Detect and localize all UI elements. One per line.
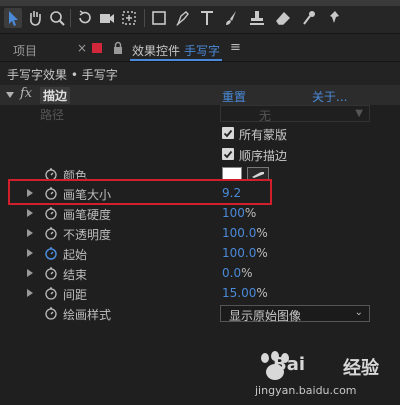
end-unit: % [241, 266, 253, 280]
end-label: 结束 [63, 268, 88, 282]
tab-effect-controls[interactable]: 效果控件 手写字 [132, 42, 220, 59]
pan-behind-tool-icon[interactable] [120, 8, 138, 28]
stopwatch-icon[interactable] [44, 266, 58, 280]
watermark-baidu-text: Bai [273, 354, 306, 375]
spacing-unit: % [256, 286, 268, 300]
stopwatch-icon[interactable] [44, 306, 58, 320]
paint-style-dropdown[interactable]: 显示原始图像 ⌄ [220, 305, 370, 323]
spacing-row: 间距 15.00% [0, 283, 400, 303]
fx-icon[interactable]: fx [20, 86, 32, 101]
tab-project[interactable]: 项目 [13, 42, 37, 59]
top-strip [0, 0, 400, 6]
paint-style-row: 绘画样式 显示原始图像 ⌄ [0, 303, 400, 323]
clone-stamp-tool-icon[interactable] [248, 8, 266, 28]
puppet-pin-tool-icon[interactable] [326, 8, 344, 28]
collapse-triangle-icon[interactable] [6, 92, 14, 98]
expand-triangle-icon[interactable] [27, 269, 33, 277]
brush-hardness-row: 画笔硬度 100% [0, 203, 400, 223]
tool-bar [0, 0, 400, 34]
end-number: 0.0 [222, 266, 242, 280]
spacing-number: 15.00 [222, 286, 257, 300]
expand-triangle-icon[interactable] [27, 209, 33, 217]
all-masks-checkbox[interactable] [222, 127, 234, 139]
annotation-highlight-box [8, 179, 272, 205]
active-tab-indicator [130, 59, 222, 61]
watermark-jingyan-text: 经验 [343, 358, 379, 379]
brush-hardness-number: 100 [222, 206, 245, 220]
brush-hardness-unit: % [244, 206, 257, 220]
toolbar-divider [144, 9, 145, 27]
rectangle-tool-icon[interactable] [150, 8, 168, 28]
close-icon[interactable]: × [77, 41, 87, 55]
stroke-sequentially-checkbox[interactable] [222, 148, 234, 160]
path-dropdown-value: 无 [259, 109, 272, 123]
stroke-sequentially-label: 顺序描边 [239, 149, 288, 163]
reset-link[interactable]: 重置 [222, 88, 246, 105]
eraser-tool-icon[interactable] [274, 8, 292, 28]
panel-color-label-icon [92, 43, 102, 53]
pen-tool-icon[interactable] [174, 8, 192, 28]
hand-tool-icon[interactable] [26, 8, 44, 28]
breadcrumb: 手写字效果 • 手写字 [7, 68, 118, 82]
brush-hardness-label: 画笔硬度 [63, 208, 112, 222]
start-number: 100.0 [222, 246, 257, 260]
tab-comp-name: 手写字 [184, 44, 221, 58]
rotate-tool-icon[interactable] [76, 8, 94, 28]
lock-icon[interactable] [112, 41, 124, 55]
tab-effect-controls-label: 效果控件 [132, 44, 181, 58]
zoom-tool-icon[interactable] [48, 8, 66, 28]
start-value[interactable]: 100.0% [222, 246, 268, 260]
camera-tool-icon[interactable] [98, 8, 116, 28]
spacing-label: 间距 [63, 288, 88, 302]
path-label: 路径 [40, 108, 65, 122]
paint-style-label: 绘画样式 [63, 308, 112, 322]
expand-triangle-icon[interactable] [27, 249, 33, 257]
panel-tab-bar: 项目 × 效果控件 手写字 ≡ [0, 35, 400, 62]
watermark-url: jingyan.baidu.com [255, 384, 357, 397]
start-unit: % [256, 246, 268, 260]
toolbar-divider [70, 9, 71, 27]
brush-hardness-value[interactable]: 100% [222, 206, 256, 220]
effect-name[interactable]: 描边 [40, 87, 71, 104]
opacity-number: 100.0 [222, 226, 257, 240]
stopwatch-active-icon[interactable] [44, 246, 58, 260]
expand-triangle-icon[interactable] [27, 289, 33, 297]
end-value[interactable]: 0.0% [222, 266, 253, 280]
opacity-row: 不透明度 100.0% [0, 223, 400, 243]
selection-tool-icon[interactable] [4, 8, 22, 28]
expand-triangle-icon[interactable] [27, 229, 33, 237]
start-row: 起始 100.0% [0, 243, 400, 263]
stopwatch-icon[interactable] [44, 226, 58, 240]
spacing-value[interactable]: 15.00% [222, 286, 268, 300]
opacity-unit: % [256, 226, 268, 240]
baidu-jingyan-watermark: Bai 经验 jingyan.baidu.com [255, 348, 395, 402]
effect-header-row[interactable]: fx 描边 重置 关于... [0, 85, 400, 105]
end-row: 结束 0.0% [0, 263, 400, 283]
roto-brush-tool-icon[interactable] [300, 8, 318, 28]
stopwatch-icon[interactable] [44, 206, 58, 220]
text-tool-icon[interactable] [198, 8, 216, 28]
paint-style-value: 显示原始图像 [229, 309, 302, 323]
start-label: 起始 [63, 248, 88, 262]
chevron-down-icon: ⌄ [354, 307, 363, 318]
path-dropdown: 无 ▼ [220, 105, 370, 123]
chevron-down-icon: ▼ [355, 108, 363, 119]
panel-menu-icon[interactable]: ≡ [230, 40, 241, 55]
opacity-label: 不透明度 [63, 228, 112, 242]
opacity-value[interactable]: 100.0% [222, 226, 268, 240]
stopwatch-icon[interactable] [44, 286, 58, 300]
about-link[interactable]: 关于... [312, 88, 347, 105]
all-masks-label: 所有蒙版 [239, 128, 288, 142]
brush-tool-icon[interactable] [222, 8, 240, 28]
